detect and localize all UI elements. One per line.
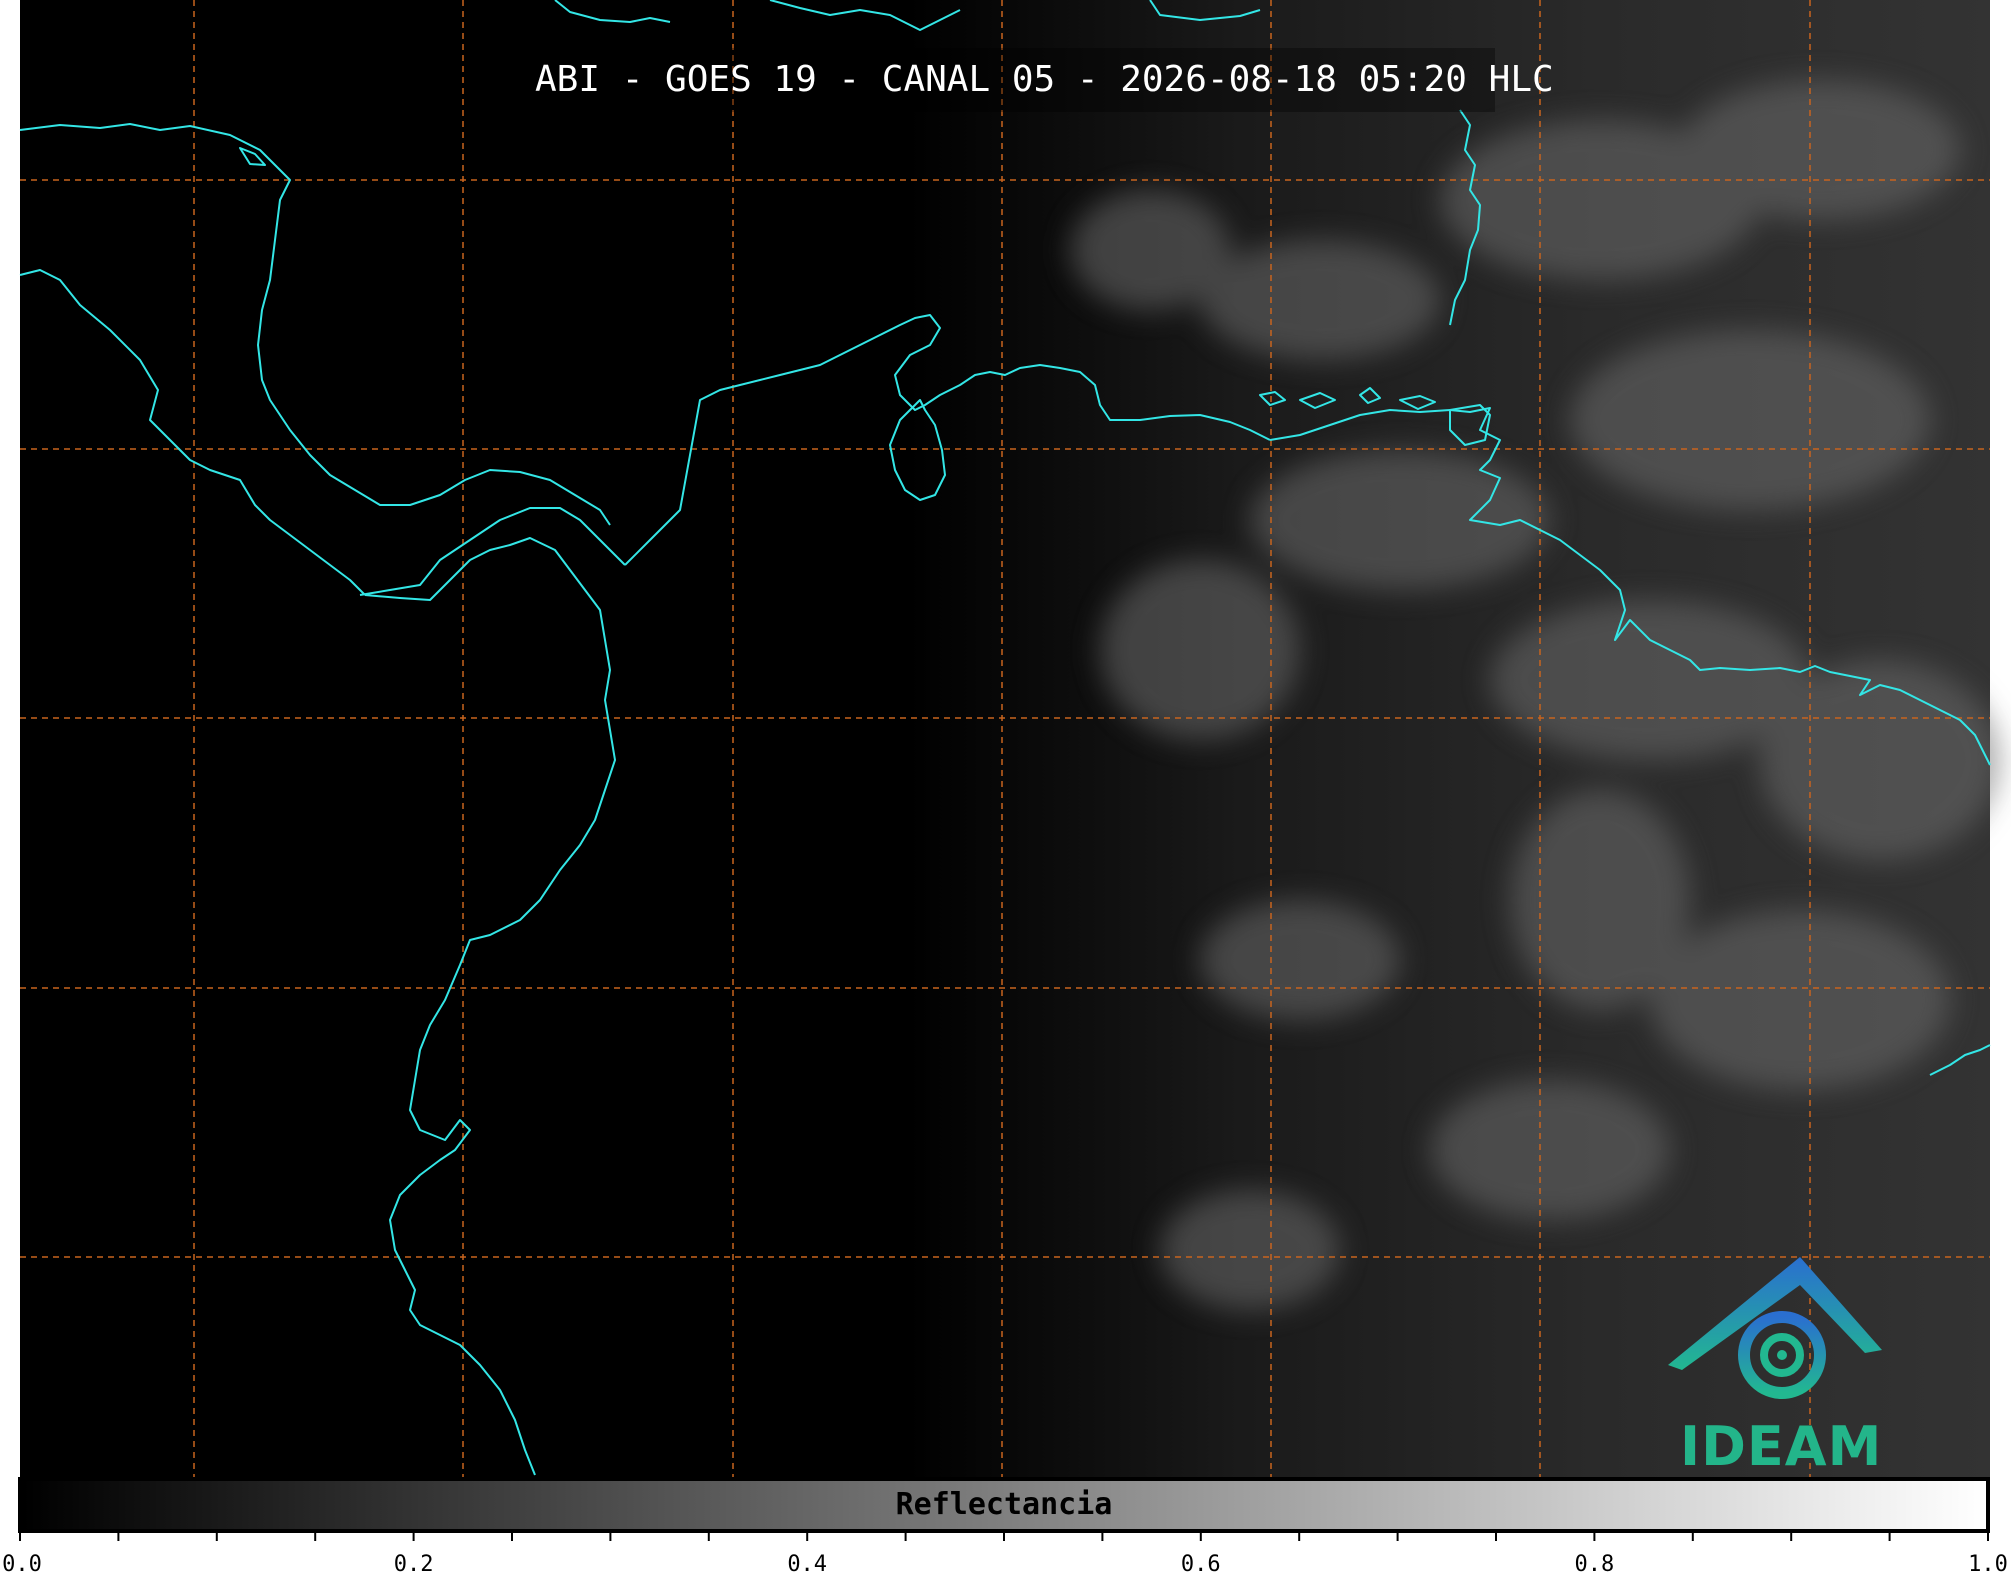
colorbar: Reflectancia [18,1477,1990,1533]
colorbar-tick-label: 0.6 [1180,1552,1221,1577]
colorbar-tick-label: 0.2 [393,1552,434,1577]
map-title: ABI - GOES 19 - CANAL 05 - 2026-08-18 05… [535,48,1554,112]
colorbar-tick-label: 0.0 [2,1552,42,1577]
ideam-logo-icon [1668,1257,1882,1399]
satellite-image-figure: ABI - GOES 19 - CANAL 05 - 2026-08-18 05… [0,0,2011,1577]
colorbar-tick-label: 1.0 [1968,1552,2008,1577]
colorbar-tick-label: 0.8 [1574,1552,1615,1577]
colorbar-label: Reflectancia [895,1487,1113,1522]
ideam-logo-text: IDEAM [1680,1415,1883,1478]
colorbar-ticks [19,1533,1989,1541]
colorbar-tick-label: 0.4 [787,1552,828,1577]
